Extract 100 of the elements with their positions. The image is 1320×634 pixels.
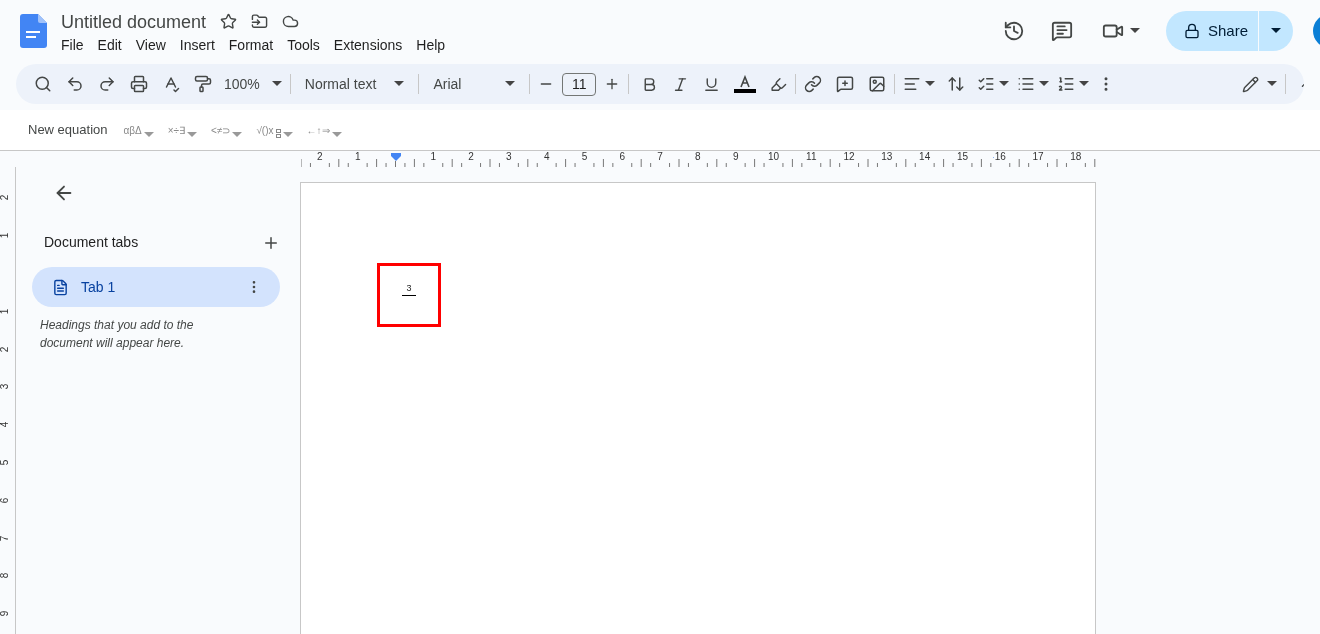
ruler-label: 7 [0, 535, 12, 541]
bullet-list-icon [1017, 75, 1036, 93]
align-dropdown[interactable] [903, 75, 936, 93]
underline-icon[interactable] [703, 75, 721, 93]
menu-item[interactable]: Tools [281, 34, 326, 55]
symbol-menu[interactable]: ×÷∃ [167, 122, 198, 138]
caret-icon [282, 131, 293, 138]
highlighter-icon[interactable] [770, 75, 788, 93]
paint-format-icon[interactable] [194, 75, 212, 93]
font-dropdown[interactable]: Arial [427, 73, 522, 95]
menu-item[interactable]: Insert [173, 34, 221, 55]
docs-logo-icon[interactable] [20, 14, 47, 48]
line-spacing-icon[interactable] [947, 75, 966, 93]
zoom-dropdown[interactable]: 100% [224, 73, 282, 95]
pencil-icon [1242, 75, 1259, 93]
ruler-label: 5 [580, 151, 589, 167]
ruler-label: 3 [0, 384, 12, 390]
ruler-label: 7 [656, 151, 664, 167]
menu-item[interactable]: Edit [91, 34, 128, 55]
print-icon[interactable] [130, 75, 148, 93]
document-title[interactable]: Untitled document [61, 9, 207, 34]
document-tab[interactable]: Tab 1 [32, 267, 280, 307]
caret-icon [143, 131, 154, 138]
caret-icon [394, 81, 405, 87]
menu-item[interactable]: Format [222, 34, 280, 55]
ruler-label: 4 [0, 421, 12, 428]
menu-item[interactable]: Extensions [327, 34, 409, 55]
ruler-label: 6 [618, 151, 627, 167]
ruler-label: 2 [316, 151, 324, 167]
vertical-ruler[interactable]: 2 1 1 2 3 4 5 6 7 8 9 [0, 167, 16, 634]
symbol-menu[interactable]: √()x [256, 122, 293, 138]
ruler-label: 2 [0, 346, 12, 352]
ruler-label: 2 [0, 195, 12, 201]
ruler-label: 2 [467, 151, 475, 167]
style-dropdown[interactable]: Normal text [298, 73, 411, 95]
symbol-menu[interactable]: ←↑⇒ [306, 122, 342, 138]
equation[interactable]: 3 [402, 283, 416, 301]
document-tabs-heading: Document tabs [44, 233, 139, 252]
ruler-label: 9 [731, 151, 740, 167]
bullet-list-dropdown[interactable] [1017, 75, 1050, 93]
sidebar-hint: Headings that you add to the document will appear here. [40, 317, 195, 352]
history-icon[interactable] [1002, 20, 1025, 42]
caret-icon [925, 81, 936, 87]
new-equation-button[interactable]: New equation [28, 120, 108, 140]
caret-icon [505, 81, 516, 87]
align-left-icon [903, 75, 922, 93]
checklist-icon [977, 75, 996, 93]
redo-icon[interactable] [98, 75, 116, 93]
search-icon[interactable] [34, 75, 52, 93]
menu-item[interactable]: View [129, 34, 172, 55]
ruler-label: 1 [429, 151, 438, 167]
link-icon[interactable] [804, 75, 823, 93]
caret-icon [232, 131, 243, 138]
cloud-icon[interactable] [282, 13, 300, 30]
tab-label: Tab 1 [81, 277, 117, 297]
image-icon[interactable] [868, 75, 887, 93]
caret-icon [999, 81, 1010, 87]
ruler-label: 13 [880, 151, 894, 167]
caret-icon [271, 81, 282, 87]
caret-icon [1079, 81, 1090, 87]
caret-icon [187, 131, 198, 138]
ruler-label: 4 [542, 151, 551, 167]
ruler-label: 1 [0, 232, 12, 239]
ruler-label: 16 [993, 151, 1007, 167]
menu-item[interactable]: File [55, 34, 90, 55]
ruler-label: 17 [1031, 151, 1045, 167]
caret-icon [1267, 81, 1277, 87]
ruler-label: 3 [505, 151, 513, 167]
caret-icon [331, 131, 342, 138]
star-icon[interactable] [220, 13, 238, 30]
ruler-label: 8 [0, 573, 12, 579]
undo-icon[interactable] [66, 75, 84, 93]
caret-icon [1129, 28, 1140, 34]
symbol-menu[interactable]: <≠⊃ [211, 122, 243, 138]
ruler-label: 14 [918, 151, 932, 167]
ruler-label: 15 [955, 151, 969, 167]
ruler-label: 12 [842, 151, 856, 167]
caret-icon [1039, 81, 1050, 87]
caret-icon [1271, 28, 1281, 34]
equation-numerator: 3 [406, 283, 412, 293]
lock-icon [1183, 23, 1200, 39]
ruler-label: 11 [805, 151, 818, 167]
symbol-menu[interactable]: αβΔ [123, 122, 154, 138]
ruler-label: 9 [0, 610, 12, 617]
text-color-icon[interactable] [734, 75, 757, 93]
ruler-label: 8 [694, 151, 702, 167]
ruler-label: 18 [1069, 151, 1083, 167]
ruler-label: 6 [0, 497, 12, 504]
script-boxes-icon [275, 128, 281, 138]
add-comment-icon[interactable] [836, 75, 855, 93]
checklist-dropdown[interactable] [977, 75, 1010, 93]
ruler-label: 5 [0, 459, 12, 466]
ruler-label: 1 [353, 151, 362, 167]
editing-mode-dropdown[interactable] [1242, 75, 1277, 93]
comment-icon[interactable] [1050, 20, 1073, 42]
menu-item[interactable]: Help [410, 34, 452, 55]
ruler-label: 1 [0, 308, 12, 315]
font-size-field[interactable]: 11 [562, 72, 597, 96]
numbered-list-dropdown[interactable] [1057, 75, 1090, 93]
folder-icon[interactable] [251, 13, 269, 30]
